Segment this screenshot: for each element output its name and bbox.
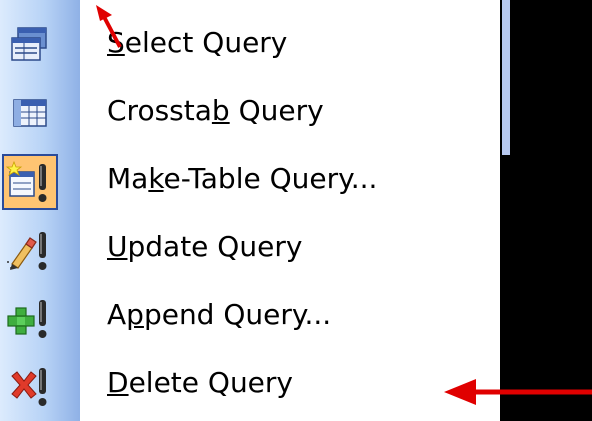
menu-item-append-query[interactable]: Append Query...	[0, 284, 500, 352]
menu-item-label: Append Query...	[107, 297, 331, 333]
menu-item-make-table-query[interactable]: Make-Table Query...	[0, 148, 500, 216]
label-rest: pdate Query	[127, 230, 303, 263]
screenshot-canvas: Select Query Crosstab Query	[0, 0, 592, 421]
label-pre: Ma	[107, 162, 149, 195]
menu-item-label: Make-Table Query...	[107, 161, 377, 197]
make-table-query-icon	[2, 154, 58, 210]
menu-item-label: Select Query	[107, 25, 287, 61]
label-rest: elete Query	[128, 366, 293, 399]
window-edge-strip	[502, 0, 510, 155]
label-rest: e-Table Query...	[163, 162, 378, 195]
menu-item-select-query[interactable]: Select Query	[0, 12, 500, 80]
menu-item-label: Update Query	[107, 229, 302, 265]
label-pre: Crossta	[107, 94, 212, 127]
query-type-menu: Select Query Crosstab Query	[0, 0, 500, 421]
label-rest: Query	[229, 94, 324, 127]
mnemonic-letter: D	[107, 366, 129, 399]
update-query-icon	[7, 232, 47, 270]
mnemonic-letter: b	[211, 94, 230, 127]
mnemonic-letter: k	[148, 162, 164, 195]
mnemonic-letter: U	[107, 230, 128, 263]
delete-query-icon	[11, 368, 47, 406]
append-query-icon	[7, 300, 47, 338]
select-query-icon	[11, 27, 47, 61]
label-rest: pend Query...	[143, 298, 332, 331]
annotation-arrow-left-icon	[444, 379, 592, 405]
label-rest: elect Query	[124, 26, 288, 59]
annotation-arrow-up-icon	[96, 5, 122, 48]
menu-item-update-query[interactable]: Update Query	[0, 216, 500, 284]
label-pre: A	[107, 298, 127, 331]
menu-item-crosstab-query[interactable]: Crosstab Query	[0, 80, 500, 148]
menu-item-label: Delete Query	[107, 365, 293, 401]
menu-item-label: Crosstab Query	[107, 93, 324, 129]
menu-item-delete-query[interactable]: Delete Query	[0, 352, 500, 420]
mnemonic-letter: p	[126, 298, 144, 331]
crosstab-query-icon	[13, 99, 47, 127]
